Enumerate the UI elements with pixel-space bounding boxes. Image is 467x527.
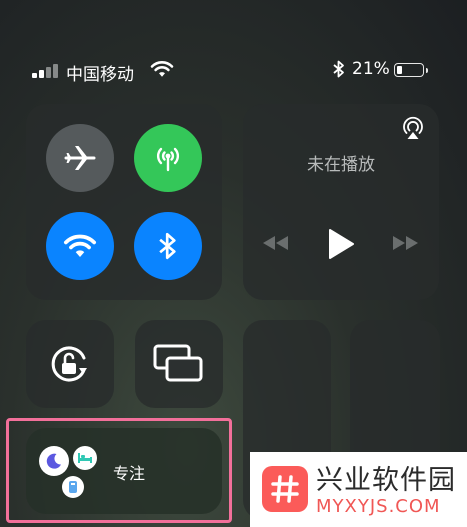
orientation-lock-button[interactable] — [26, 320, 114, 408]
now-playing-panel: 未在播放 — [243, 104, 439, 300]
play-icon[interactable] — [327, 228, 355, 260]
watermark: 兴业软件园 MYXYJS.COM — [250, 452, 467, 527]
now-playing-status: 未在播放 — [307, 155, 375, 175]
airplane-icon — [64, 146, 96, 170]
wifi-icon — [150, 61, 174, 77]
wifi-icon — [63, 234, 97, 258]
connectivity-panel — [26, 104, 222, 300]
airplane-mode-toggle[interactable] — [46, 124, 114, 192]
bluetooth-icon — [333, 60, 344, 78]
airplay-icon[interactable] — [401, 116, 425, 140]
previous-track-icon[interactable] — [260, 234, 290, 252]
bluetooth-icon — [159, 232, 176, 260]
cellular-data-toggle[interactable] — [134, 124, 202, 192]
hash-logo-icon — [262, 466, 308, 512]
watermark-site: MYXYJS.COM — [316, 496, 441, 517]
signal-icon — [32, 64, 62, 78]
next-track-icon[interactable] — [391, 234, 421, 252]
highlight-frame — [6, 418, 232, 523]
battery-icon — [394, 63, 428, 77]
bluetooth-toggle[interactable] — [134, 212, 202, 280]
battery-percent: 21% — [352, 59, 390, 79]
watermark-name: 兴业软件园 — [316, 465, 456, 496]
carrier-name: 中国移动 — [66, 65, 134, 85]
screen-mirroring-icon — [153, 344, 203, 382]
antenna-icon — [156, 147, 180, 172]
screen-mirroring-button[interactable] — [135, 320, 223, 408]
orientation-lock-icon — [51, 346, 87, 382]
wifi-toggle[interactable] — [46, 212, 114, 280]
